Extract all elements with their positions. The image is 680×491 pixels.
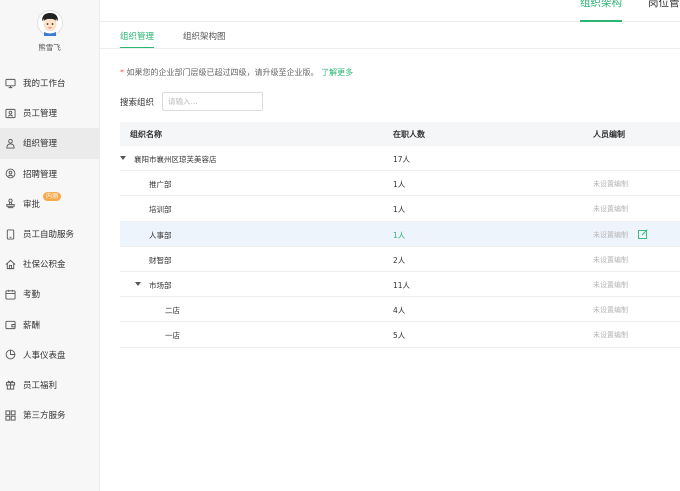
beta-badge: 内测 <box>43 191 62 201</box>
sidebar: 熊雪飞 我的工作台 员工管理 组织管理 招聘管理 审批 内测 员工自助服务 社保… <box>0 0 100 491</box>
sidebar-nav: 我的工作台 员工管理 组织管理 招聘管理 审批 内测 员工自助服务 社保公积金 <box>0 68 99 430</box>
table-header: 组织名称 在职人数 人员编制 <box>120 122 680 146</box>
org-name: 推广部 <box>149 180 172 190</box>
sidebar-item-approval[interactable]: 审批 内测 <box>0 189 99 219</box>
sidebar-item-label: 我的工作台 <box>23 79 66 90</box>
headcount: 4人 <box>393 306 406 316</box>
sidebar-item-organization[interactable]: 组织管理 <box>0 128 99 159</box>
staffing-status: 未设置编制 <box>593 306 628 315</box>
sidebar-item-label: 社保公积金 <box>23 260 66 271</box>
tab-position-management[interactable]: 岗位管理 <box>648 0 680 10</box>
header-headcount: 在职人数 <box>393 130 425 139</box>
gift-icon <box>5 379 16 391</box>
staffing-status: 未设置编制 <box>593 205 628 214</box>
table-row[interactable]: 培训部 1人 未设置编制 <box>120 196 680 222</box>
pie-chart-icon <box>5 349 16 360</box>
username: 熊雪飞 <box>38 43 61 52</box>
wallet-icon <box>5 319 16 330</box>
table-row[interactable]: 财智部 2人 未设置编制 <box>120 247 680 272</box>
sidebar-item-third-party[interactable]: 第三方服务 <box>0 400 99 430</box>
collapse-caret-icon[interactable] <box>120 156 126 160</box>
sidebar-item-salary[interactable]: 薪酬 <box>0 310 99 340</box>
org-name: 财智部 <box>149 255 172 265</box>
house-icon <box>5 259 16 270</box>
search-label: 搜索组织 <box>120 98 155 108</box>
staffing-status: 未设置编制 <box>593 331 628 340</box>
org-name: 培训部 <box>149 205 172 215</box>
sidebar-item-label: 员工福利 <box>23 380 58 391</box>
avatar[interactable] <box>36 10 63 36</box>
phone-icon <box>5 228 16 240</box>
sub-tab-bar: 组织管理 组织架构图 <box>100 22 680 49</box>
table-row[interactable]: 二店 4人 未设置编制 <box>120 297 680 323</box>
org-name: 市场部 <box>149 280 172 290</box>
sidebar-item-employees[interactable]: 员工管理 <box>0 98 99 128</box>
headcount: 1人 <box>393 205 406 215</box>
sidebar-item-recruiting[interactable]: 招聘管理 <box>0 159 99 189</box>
sidebar-item-label: 员工管理 <box>23 109 58 120</box>
staffing-status: 未设置编制 <box>593 280 628 289</box>
table-row-hovered[interactable]: 人事部 1人 未设置编制 <box>120 221 680 247</box>
staffing-status: 未设置编制 <box>593 255 628 264</box>
sidebar-item-self-service[interactable]: 员工自助服务 <box>0 219 99 249</box>
org-table: 组织名称 在职人数 人员编制 襄阳市襄州区琼芙美容店 17人 推广部 1人 未设… <box>120 122 680 348</box>
header-staffing: 人员编制 <box>593 130 625 139</box>
table-row[interactable]: 推广部 1人 未设置编制 <box>120 171 680 197</box>
monitor-icon <box>5 78 16 89</box>
sidebar-item-benefits[interactable]: 员工福利 <box>0 370 99 400</box>
top-tab-bar: 组织架构 岗位管理 <box>100 0 680 22</box>
headcount: 11人 <box>393 280 411 290</box>
sidebar-item-attendance[interactable]: 考勤 <box>0 279 99 309</box>
search-person-icon <box>5 168 16 179</box>
sidebar-item-label: 招聘管理 <box>23 169 58 180</box>
table-row[interactable]: 市场部 11人 未设置编制 <box>120 272 680 298</box>
headcount: 5人 <box>393 331 406 341</box>
sidebar-item-label: 人事仪表盘 <box>23 350 66 361</box>
org-name: 人事部 <box>149 230 172 240</box>
sidebar-item-label: 考勤 <box>23 290 41 301</box>
org-name: 一店 <box>165 331 180 341</box>
org-name: 二店 <box>165 306 180 316</box>
org-person-icon <box>5 138 16 149</box>
collapse-caret-icon[interactable] <box>135 281 141 286</box>
org-search-input[interactable] <box>162 92 263 111</box>
sidebar-item-social-security[interactable]: 社保公积金 <box>0 249 99 279</box>
sidebar-item-label: 第三方服务 <box>23 411 66 422</box>
notice-text: 如果您的企业部门层级已超过四级，请升级至企业版。 <box>126 68 319 77</box>
edit-icon[interactable] <box>638 228 648 239</box>
headcount: 17人 <box>393 155 411 164</box>
id-card-icon <box>5 108 16 119</box>
sidebar-item-label: 组织管理 <box>23 139 58 150</box>
table-row[interactable]: 襄阳市襄州区琼芙美容店 17人 <box>120 146 680 172</box>
upgrade-notice: * 如果您的企业部门层级已超过四级，请升级至企业版。 了解更多 <box>120 67 353 78</box>
tab-org-structure[interactable]: 组织架构 <box>580 0 622 22</box>
staffing-status: 未设置编制 <box>593 230 628 239</box>
headcount: 2人 <box>393 255 406 265</box>
calendar-icon <box>5 289 16 300</box>
notice-star: * <box>120 68 124 77</box>
sidebar-item-label: 员工自助服务 <box>23 230 75 241</box>
learn-more-link[interactable]: 了解更多 <box>321 68 353 77</box>
table-row[interactable]: 一店 5人 未设置编制 <box>120 322 680 348</box>
headcount: 1人 <box>393 180 406 190</box>
sidebar-item-dashboard[interactable]: 人事仪表盘 <box>0 340 99 370</box>
staffing-status: 未设置编制 <box>593 180 628 189</box>
subtab-org-management[interactable]: 组织管理 <box>120 30 155 48</box>
avatar-icon <box>36 10 63 36</box>
grid-icon <box>5 410 16 421</box>
user-profile[interactable]: 熊雪飞 <box>0 0 99 68</box>
headcount-link[interactable]: 1人 <box>393 230 405 241</box>
header-org-name: 组织名称 <box>130 130 162 139</box>
org-name: 襄阳市襄州区琼芙美容店 <box>134 155 217 164</box>
subtab-org-chart[interactable]: 组织架构图 <box>183 30 226 42</box>
sidebar-item-label: 薪酬 <box>23 320 41 331</box>
sidebar-item-workbench[interactable]: 我的工作台 <box>0 68 99 98</box>
stamp-icon <box>5 198 16 209</box>
sidebar-item-label: 审批 <box>23 199 41 210</box>
